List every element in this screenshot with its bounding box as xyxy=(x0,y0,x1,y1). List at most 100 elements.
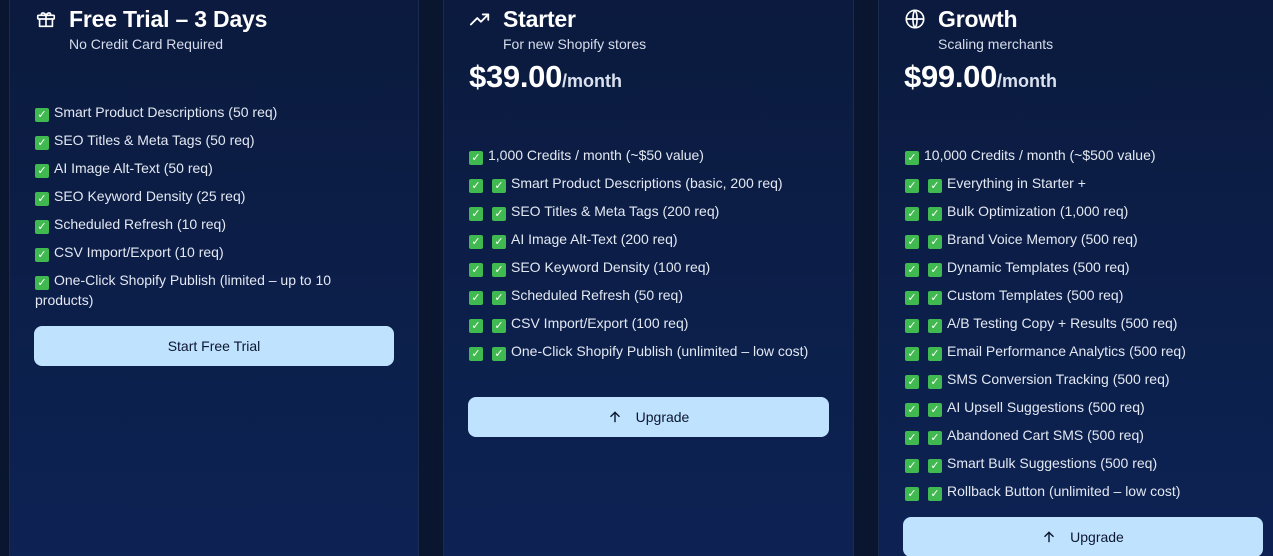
checkmark-icon: ✓ xyxy=(928,291,942,305)
checkmark-icon: ✓ xyxy=(905,347,919,361)
feature-item: ✓ Scheduled Refresh (10 req) xyxy=(35,214,375,234)
checkmark-icon: ✓ xyxy=(492,263,506,277)
checkmark-icon: ✓ xyxy=(492,291,506,305)
feature-item: ✓ ✓ Rollback Button (unlimited – low cost) xyxy=(905,481,1245,501)
feature-item: ✓ ✓ Custom Templates (500 req) xyxy=(905,285,1245,305)
checkmark-icon: ✓ xyxy=(928,235,942,249)
checkmark-icon: ✓ xyxy=(35,108,49,122)
checkmark-icon: ✓ xyxy=(469,263,483,277)
price-amount: $39.00 xyxy=(469,59,563,94)
checkmark-icon: ✓ xyxy=(905,151,919,165)
feature-item: ✓ ✓ A/B Testing Copy + Results (500 req) xyxy=(905,313,1245,333)
checkmark-icon: ✓ xyxy=(492,207,506,221)
trending-up-icon xyxy=(469,13,490,26)
feature-item: ✓ 1,000 Credits / month (~$50 value) xyxy=(469,145,814,165)
checkmark-icon: ✓ xyxy=(905,235,919,249)
feature-item: ✓ ✓ Brand Voice Memory (500 req) xyxy=(905,229,1245,249)
button-label: Start Free Trial xyxy=(167,338,261,354)
checkmark-icon: ✓ xyxy=(35,136,49,150)
checkmark-icon: ✓ xyxy=(905,375,919,389)
button-label: Upgrade xyxy=(1070,529,1124,545)
checkmark-icon: ✓ xyxy=(469,151,483,165)
gift-icon xyxy=(36,12,56,28)
checkmark-icon: ✓ xyxy=(469,235,483,249)
feature-list-growth: ✓ 10,000 Credits / month (~$500 value) ✓ ✓… xyxy=(905,145,1245,509)
plan-price-growth: $99.00/month xyxy=(904,59,1057,95)
checkmark-icon: ✓ xyxy=(492,347,506,361)
feature-item: ✓ ✓ SEO Titles & Meta Tags (200 req) xyxy=(469,201,814,221)
plan-title: Starter xyxy=(503,6,576,32)
checkmark-icon: ✓ xyxy=(928,347,942,361)
checkmark-icon: ✓ xyxy=(469,319,483,333)
plan-subtitle: No Credit Card Required xyxy=(69,36,224,52)
feature-item: ✓ ✓ CSV Import/Export (100 req) xyxy=(469,313,814,333)
plan-header-free-trial: Free Trial – 3 Days No Credit Card Requi… xyxy=(35,4,267,53)
plan-price-starter: $39.00/month xyxy=(469,59,622,95)
checkmark-icon: ✓ xyxy=(905,263,919,277)
plan-subtitle: For new Shopify stores xyxy=(503,36,647,52)
feature-item: ✓ One-Click Shopify Publish (limited – up… xyxy=(35,272,332,308)
feature-item: ✓ SEO Titles & Meta Tags (50 req) xyxy=(35,130,375,150)
feature-item: ✓ ✓ AI Upsell Suggestions (500 req) xyxy=(905,397,1245,417)
feature-list-starter: ✓ 1,000 Credits / month (~$50 value) ✓ ✓ Sm… xyxy=(469,145,814,369)
feature-item: ✓ SEO Keyword Density (25 req) xyxy=(35,186,375,206)
checkmark-icon: ✓ xyxy=(492,235,506,249)
feature-item: ✓ ✓ SMS Conversion Tracking (500 req) xyxy=(905,369,1245,389)
feature-item: ✓ AI Image Alt-Text (50 req) xyxy=(35,158,375,178)
feature-item: ✓ ✓ Scheduled Refresh (50 req) xyxy=(469,285,814,305)
checkmark-icon: ✓ xyxy=(35,220,49,234)
price-period: /month xyxy=(997,71,1058,91)
price-period: /month xyxy=(562,71,623,91)
plan-subtitle: Scaling merchants xyxy=(938,36,1054,52)
checkmark-icon: ✓ xyxy=(928,207,942,221)
upgrade-button-starter[interactable]: Upgrade xyxy=(468,397,829,437)
feature-list-free-trial: ✓ Smart Product Descriptions (50 req) ✓ SE… xyxy=(35,102,375,318)
feature-item: ✓ CSV Import/Export (10 req) xyxy=(35,242,375,262)
checkmark-icon: ✓ xyxy=(469,347,483,361)
checkmark-icon: ✓ xyxy=(905,431,919,445)
checkmark-icon: ✓ xyxy=(469,179,483,193)
feature-item: ✓ ✓ Email Performance Analytics (500 req) xyxy=(905,341,1245,361)
checkmark-icon: ✓ xyxy=(35,164,49,178)
checkmark-icon: ✓ xyxy=(905,207,919,221)
checkmark-icon: ✓ xyxy=(469,291,483,305)
checkmark-icon: ✓ xyxy=(928,375,942,389)
pricing-page: Free Trial – 3 Days No Credit Card Requi… xyxy=(0,0,1273,556)
upgrade-button-growth[interactable]: Upgrade xyxy=(903,517,1263,556)
feature-item: ✓ ✓ Dynamic Templates (500 req) xyxy=(905,257,1245,277)
checkmark-icon: ✓ xyxy=(35,192,49,206)
plan-title: Growth xyxy=(938,6,1018,32)
price-amount: $99.00 xyxy=(904,59,998,94)
feature-item: ✓ ✓ SEO Keyword Density (100 req) xyxy=(469,257,814,277)
button-label: Upgrade xyxy=(635,409,690,425)
checkmark-icon: ✓ xyxy=(905,459,919,473)
feature-item: ✓ ✓ Bulk Optimization (1,000 req) xyxy=(905,201,1245,221)
feature-item: ✓ ✓ Everything in Starter + xyxy=(905,173,1245,193)
plan-header-growth: Growth Scaling merchants xyxy=(904,4,1053,53)
arrow-up-icon xyxy=(1044,531,1054,543)
checkmark-icon: ✓ xyxy=(928,431,942,445)
checkmark-icon: ✓ xyxy=(928,319,942,333)
arrow-up-icon xyxy=(609,411,620,423)
checkmark-icon: ✓ xyxy=(905,291,919,305)
checkmark-icon: ✓ xyxy=(35,248,49,262)
checkmark-icon: ✓ xyxy=(35,276,49,290)
checkmark-icon: ✓ xyxy=(492,179,506,193)
feature-item: ✓ ✓ AI Image Alt-Text (200 req) xyxy=(469,229,814,249)
feature-item: ✓ 10,000 Credits / month (~$500 value) xyxy=(905,145,1245,165)
feature-item: ✓ Smart Product Descriptions (50 req) xyxy=(35,102,375,122)
checkmark-icon: ✓ xyxy=(928,459,942,473)
checkmark-icon: ✓ xyxy=(928,487,942,501)
checkmark-icon: ✓ xyxy=(905,319,919,333)
feature-item: ✓ ✓ Smart Product Descriptions (basic, 200… xyxy=(469,173,814,193)
checkmark-icon: ✓ xyxy=(905,179,919,193)
checkmark-icon: ✓ xyxy=(492,319,506,333)
feature-item: ✓ ✓ Smart Bulk Suggestions (500 req) xyxy=(905,453,1245,473)
globe-icon xyxy=(905,9,925,29)
start-free-trial-button[interactable]: Start Free Trial xyxy=(34,326,394,366)
checkmark-icon: ✓ xyxy=(905,403,919,417)
checkmark-icon: ✓ xyxy=(469,207,483,221)
checkmark-icon: ✓ xyxy=(928,179,942,193)
feature-item: ✓ ✓ Abandoned Cart SMS (500 req) xyxy=(905,425,1245,445)
checkmark-icon: ✓ xyxy=(928,403,942,417)
